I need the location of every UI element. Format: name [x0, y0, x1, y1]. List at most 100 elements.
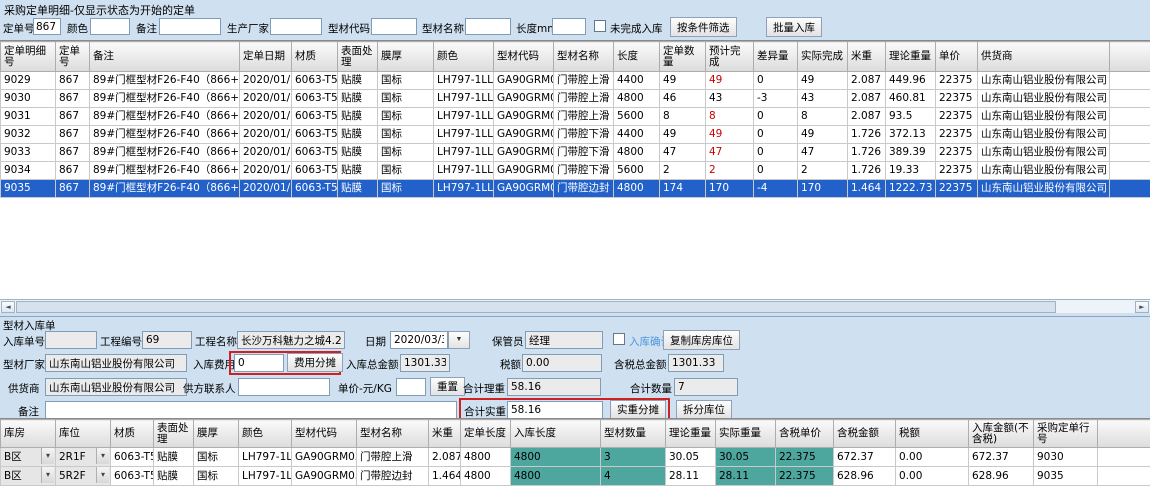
column-header[interactable]: [1110, 42, 1150, 72]
column-header[interactable]: 供货商: [978, 42, 1110, 72]
receipt-no-input[interactable]: [45, 331, 97, 349]
weight-allocate-button[interactable]: 实重分摊: [610, 400, 666, 419]
fee-input[interactable]: [234, 354, 284, 372]
column-header[interactable]: 型材代码: [292, 420, 357, 448]
color-input[interactable]: [90, 18, 130, 35]
order-no-input[interactable]: [33, 18, 61, 35]
column-header[interactable]: 表面处理: [154, 420, 194, 448]
date-input[interactable]: [390, 331, 448, 349]
column-header[interactable]: 定单数量: [660, 42, 706, 72]
column-header[interactable]: 长度: [614, 42, 660, 72]
factory-input[interactable]: [45, 354, 187, 372]
cell: 1222.73: [886, 180, 936, 198]
column-header[interactable]: 含税单价: [776, 420, 834, 448]
column-header[interactable]: [1098, 420, 1150, 448]
column-header[interactable]: 实际完成: [798, 42, 848, 72]
column-header[interactable]: 膜厚: [194, 420, 239, 448]
dropdown-arrow-icon[interactable]: ▾: [41, 448, 54, 464]
table-row[interactable]: 902986789#门框型材F26-F40（866+867）2020/01/13…: [1, 72, 1150, 90]
inbound-confirm-checkbox[interactable]: [613, 333, 625, 345]
table-row[interactable]: 903086789#门框型材F26-F40（866+867）2020/01/13…: [1, 90, 1150, 108]
column-header[interactable]: 理论重量: [666, 420, 716, 448]
total-amount-input[interactable]: [400, 354, 450, 372]
total-qty-input[interactable]: [674, 378, 738, 396]
scroll-left-icon[interactable]: ◄: [1, 301, 15, 313]
keeper-input[interactable]: [525, 331, 603, 349]
note-input[interactable]: [45, 401, 457, 419]
total-amount-label: 入库总金额: [346, 357, 399, 372]
cell: 国标: [194, 448, 239, 467]
column-header[interactable]: 米重: [429, 420, 461, 448]
length-input[interactable]: [552, 18, 586, 35]
cell: 0.00: [896, 448, 969, 467]
column-header[interactable]: 定单号: [56, 42, 90, 72]
table-row[interactable]: 903386789#门框型材F26-F40（866+867）2020/01/13…: [1, 144, 1150, 162]
table-row[interactable]: B区▾5R2F▾6063-T5贴膜国标LH797-1LL0GA90GRM05门带…: [1, 467, 1150, 486]
column-header[interactable]: 定单日期: [240, 42, 292, 72]
column-header[interactable]: 入库长度: [511, 420, 601, 448]
dropdown-arrow-icon[interactable]: ▾: [41, 467, 54, 483]
column-header[interactable]: 差异量: [754, 42, 798, 72]
cell-text: B区: [1, 448, 41, 466]
profile-name-input[interactable]: [465, 18, 511, 35]
dropdown-arrow-icon[interactable]: ▾: [96, 467, 109, 483]
column-header[interactable]: 米重: [848, 42, 886, 72]
column-header[interactable]: 膜厚: [378, 42, 434, 72]
column-header[interactable]: 库位: [56, 420, 111, 448]
column-header[interactable]: 实际重量: [716, 420, 776, 448]
column-header[interactable]: 备注: [90, 42, 240, 72]
tax-input[interactable]: [522, 354, 602, 372]
column-header[interactable]: 材质: [292, 42, 338, 72]
unfinished-checkbox[interactable]: [594, 20, 606, 32]
column-header[interactable]: 采购定单行号: [1034, 420, 1098, 448]
column-header[interactable]: 型材名称: [554, 42, 614, 72]
horizontal-scrollbar[interactable]: ◄ ►: [0, 299, 1150, 313]
cell: 43: [706, 90, 754, 108]
cell: 30.05: [666, 448, 716, 467]
column-header[interactable]: 定单长度: [461, 420, 511, 448]
scrollbar-thumb[interactable]: [16, 301, 1056, 313]
project-no-input[interactable]: [142, 331, 192, 349]
column-header[interactable]: 型材数量: [601, 420, 666, 448]
column-header[interactable]: 库房: [1, 420, 56, 448]
column-header[interactable]: 表面处理: [338, 42, 378, 72]
table-row[interactable]: 903186789#门框型材F26-F40（866+867）2020/01/13…: [1, 108, 1150, 126]
supplier-input[interactable]: [45, 378, 187, 396]
dropdown-arrow-icon[interactable]: ▾: [96, 448, 109, 464]
column-header[interactable]: 预计完成: [706, 42, 754, 72]
remark-input[interactable]: [159, 18, 221, 35]
table-row[interactable]: 903286789#门框型材F26-F40（866+867）2020/01/13…: [1, 126, 1150, 144]
column-header[interactable]: 颜色: [434, 42, 494, 72]
project-name-input[interactable]: [237, 331, 345, 349]
column-header[interactable]: 定单明细号: [1, 42, 56, 72]
fee-allocate-button[interactable]: 费用分摊: [287, 353, 343, 372]
tax-total-input[interactable]: [668, 354, 724, 372]
reset-button[interactable]: 重置: [430, 377, 465, 396]
profile-code-input[interactable]: [371, 18, 417, 35]
column-header[interactable]: 含税金额: [834, 420, 896, 448]
batch-inbound-button[interactable]: 批量入库: [766, 17, 822, 37]
theory-weight-input[interactable]: [507, 378, 601, 396]
column-header[interactable]: 型材代码: [494, 42, 554, 72]
table-row[interactable]: B区▾2R1F▾6063-T5贴膜国标LH797-1LL0GA90GRM03门带…: [1, 448, 1150, 467]
table-row[interactable]: 903486789#门框型材F26-F40（866+867）2020/01/13…: [1, 162, 1150, 180]
column-header[interactable]: 理论重量: [886, 42, 936, 72]
contact-input[interactable]: [238, 378, 330, 396]
split-location-button[interactable]: 拆分库位: [676, 400, 732, 419]
cell: 门带腔边封: [554, 180, 614, 198]
unit-price-input[interactable]: [396, 378, 426, 396]
copy-location-button[interactable]: 复制库房库位: [663, 330, 740, 350]
manufacturer-input[interactable]: [270, 18, 322, 35]
filter-button[interactable]: 按条件筛选: [670, 17, 737, 37]
actual-weight-input[interactable]: [507, 401, 603, 419]
column-header[interactable]: 型材名称: [357, 420, 429, 448]
date-dropdown-icon[interactable]: ▼: [448, 331, 470, 349]
cell: 山东南山铝业股份有限公司: [978, 108, 1110, 126]
column-header[interactable]: 材质: [111, 420, 154, 448]
column-header[interactable]: 颜色: [239, 420, 292, 448]
column-header[interactable]: 税额: [896, 420, 969, 448]
column-header[interactable]: 入库金额(不含税): [969, 420, 1034, 448]
scroll-right-icon[interactable]: ►: [1135, 301, 1149, 313]
table-row[interactable]: 903586789#门框型材F26-F40（866+867）2020/01/13…: [1, 180, 1150, 198]
column-header[interactable]: 单价: [936, 42, 978, 72]
